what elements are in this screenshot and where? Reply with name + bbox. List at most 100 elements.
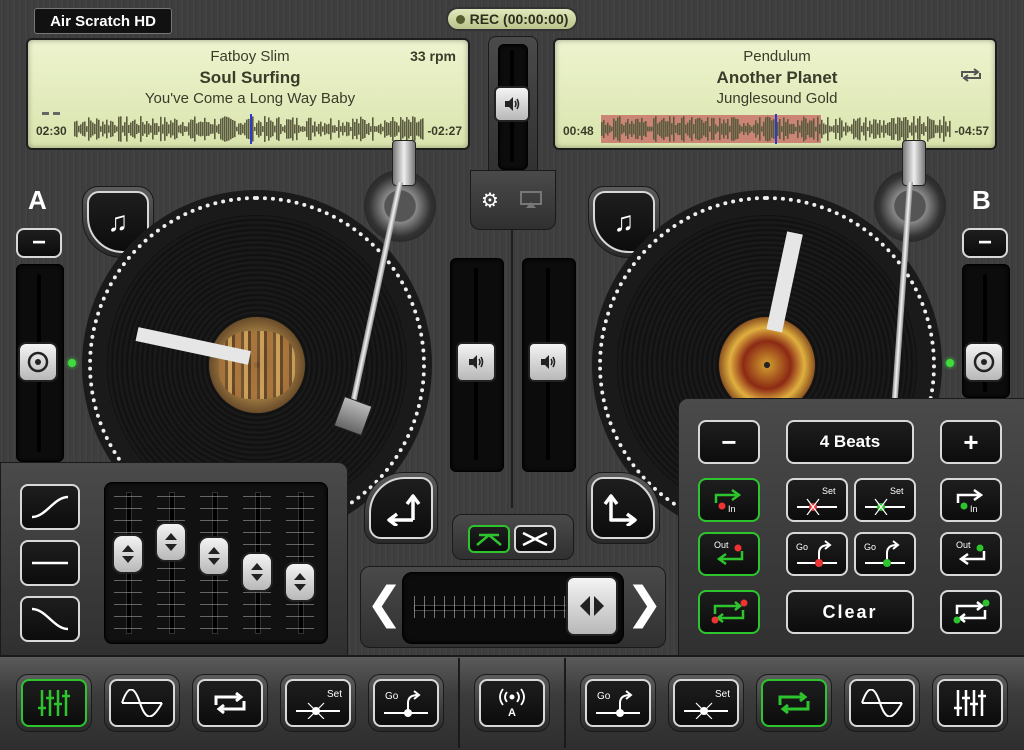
deck-b-letter: B: [972, 185, 991, 215]
crossfader-knob[interactable]: [566, 576, 618, 636]
deck-b-album: Junglesound Gold: [716, 90, 838, 107]
sliders-icon: [38, 690, 70, 716]
flat-line-icon: [32, 561, 68, 565]
deck-a-go-button[interactable]: Go: [786, 532, 848, 576]
deck-a-loop-out-button[interactable]: Out: [698, 532, 760, 576]
deck-b-waveform[interactable]: [601, 114, 951, 144]
deck-a-display: Fatboy Slim 33 rpm Soul Surfing You've C…: [26, 38, 470, 150]
center-divider: [511, 228, 513, 508]
loop-out-label: Out: [714, 540, 729, 550]
deck-b-go-button[interactable]: Go: [854, 532, 916, 576]
eq-slider-knob[interactable]: [241, 552, 273, 592]
deck-a-rpm[interactable]: 33 rpm: [410, 48, 456, 64]
deck-b-tonearm-counterweight[interactable]: [902, 140, 926, 186]
deck-a-eq-toggle-button[interactable]: [16, 674, 92, 732]
loop-beats-display: 4 Beats: [786, 420, 914, 464]
up-down-arrows-icon: [122, 545, 134, 563]
auto-mix-button[interactable]: A: [474, 674, 550, 732]
deck-a-tonearm-counterweight[interactable]: [392, 140, 416, 186]
eq-curve-flat-button[interactable]: [20, 540, 80, 586]
eq-curve-fall-button[interactable]: [20, 596, 80, 642]
deck-b-loop-out-button[interactable]: Out: [940, 532, 1002, 576]
rise-curve-icon: [31, 495, 69, 519]
crossfader-left-arrow-icon[interactable]: ❮: [366, 582, 403, 626]
airplay-icon[interactable]: [519, 191, 543, 209]
deck-a-track-title: Soul Surfing: [199, 68, 301, 87]
up-down-arrows-icon: [251, 563, 263, 581]
deck-a-pitch-minus-button[interactable]: −: [16, 228, 62, 258]
deck-a-record-label: [209, 317, 305, 413]
sliders-icon: [954, 690, 986, 716]
loop-beats-plus-button[interactable]: +: [940, 420, 1002, 464]
go-label: Go: [597, 691, 611, 702]
deck-a-cue-marks: [42, 112, 60, 115]
deck-b-volume-knob[interactable]: [528, 342, 568, 382]
deck-a-loop-toggle-button[interactable]: [698, 590, 760, 634]
deck-b-pitch-minus-button[interactable]: −: [962, 228, 1008, 258]
deck-a-loop-in-button[interactable]: In: [698, 478, 760, 522]
deck-b-cue-set-button[interactable]: Set: [668, 674, 744, 732]
loop-icon: [778, 691, 810, 715]
deck-b-marker-strip: [766, 231, 803, 333]
loop-clear-button[interactable]: Clear: [786, 590, 914, 634]
deck-a-scratch-back-button[interactable]: [364, 472, 438, 544]
eq-slider-knob[interactable]: [198, 536, 230, 576]
deck-a-waveform[interactable]: [74, 114, 424, 144]
deck-a-filter-button[interactable]: [104, 674, 180, 732]
crossfader-curve-cut-button[interactable]: [514, 525, 556, 553]
master-volume-knob[interactable]: [494, 86, 530, 122]
loop-icon: [953, 599, 990, 624]
speaker-icon: [505, 97, 520, 111]
deck-b-elapsed: 00:48: [563, 124, 594, 138]
deck-b-set-button[interactable]: Set: [854, 478, 916, 522]
go-label: Go: [796, 542, 809, 552]
loop-out-label: Out: [956, 540, 971, 550]
deck-a-loop-mode-button[interactable]: [192, 674, 268, 732]
eq-curve-rise-button[interactable]: [20, 484, 80, 530]
deck-a-remaining: -02:27: [427, 124, 462, 138]
gear-icon[interactable]: ⚙: [479, 190, 501, 212]
deck-b-loop-in-button[interactable]: In: [940, 478, 1002, 522]
bottom-divider-right: [564, 658, 566, 748]
deck-b-artist: Pendulum: [743, 48, 811, 65]
up-down-arrows-icon: [165, 533, 177, 551]
deck-a-cue-go-button[interactable]: Go: [368, 674, 444, 732]
curve-smooth-icon: [476, 533, 502, 546]
deck-a-volume-knob[interactable]: [456, 342, 496, 382]
deck-a-set-button[interactable]: Set: [786, 478, 848, 522]
deck-a-cue-set-button[interactable]: Set: [280, 674, 356, 732]
deck-b-loop-toggle-button[interactable]: [940, 590, 1002, 634]
curve-cut-icon: [522, 531, 548, 547]
deck-a-label-art: [219, 331, 295, 399]
deck-b-filter-button[interactable]: [844, 674, 920, 732]
loop-icon: [214, 691, 246, 715]
deck-a-pitch-knob[interactable]: [18, 342, 58, 382]
record-icon: [973, 351, 995, 373]
eq-slider-knob[interactable]: [112, 534, 144, 574]
crossfader-right-arrow-icon[interactable]: ❯: [626, 582, 663, 626]
waveform-icon: [121, 689, 163, 717]
rec-label: REC (00:00:00): [469, 11, 569, 27]
broadcast-icon: [499, 688, 525, 706]
auto-label: A: [508, 707, 516, 719]
crossfader-curve-smooth-button[interactable]: [468, 525, 510, 553]
left-right-arrows-icon: [580, 596, 604, 616]
loop-beats-minus-button[interactable]: −: [698, 420, 760, 464]
deck-b-loop-mode-button[interactable]: [756, 674, 832, 732]
eq-slider-knob[interactable]: [155, 522, 187, 562]
loop-in-label: In: [728, 504, 736, 514]
bottom-divider-left: [458, 658, 460, 748]
rec-button[interactable]: REC (00:00:00): [446, 7, 578, 31]
deck-b-cue-go-button[interactable]: Go: [580, 674, 656, 732]
app-title: Air Scratch HD: [50, 12, 156, 30]
deck-b-eq-toggle-button[interactable]: [932, 674, 1008, 732]
deck-a-artist: Fatboy Slim: [210, 48, 290, 65]
go-label: Go: [385, 691, 399, 702]
eq-slider-knob[interactable]: [284, 562, 316, 602]
set-label: Set: [822, 486, 836, 496]
deck-b-display: Pendulum Another Planet Junglesound Gold…: [553, 38, 997, 150]
record-icon: [27, 351, 49, 373]
fall-curve-icon: [31, 607, 69, 631]
deck-b-pitch-knob[interactable]: [964, 342, 1004, 382]
speaker-icon: [541, 355, 556, 369]
